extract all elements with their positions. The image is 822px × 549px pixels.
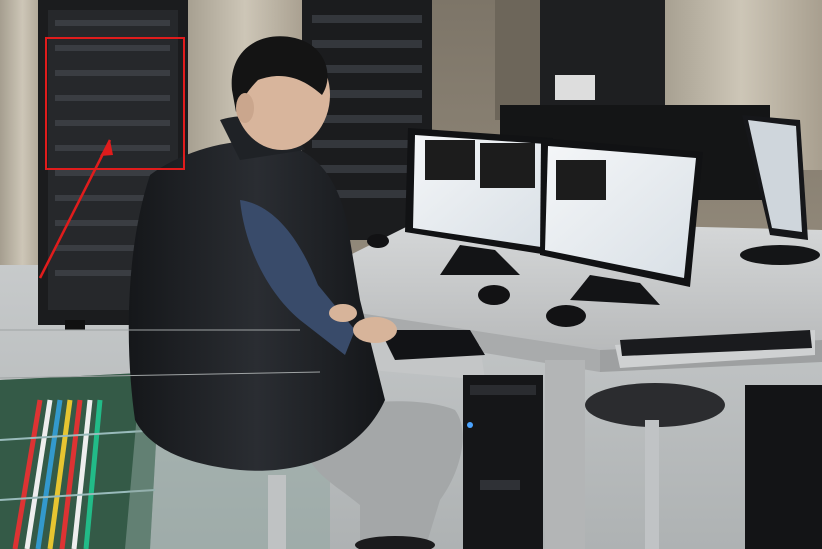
mouse-3	[546, 305, 586, 327]
pc-tower	[463, 375, 543, 549]
mouse-1	[367, 234, 389, 248]
photo-scene	[0, 0, 822, 549]
mouse-2	[478, 285, 510, 305]
server-rack-right	[540, 0, 665, 120]
keyboard	[380, 330, 485, 360]
photo-illustration	[0, 0, 822, 549]
